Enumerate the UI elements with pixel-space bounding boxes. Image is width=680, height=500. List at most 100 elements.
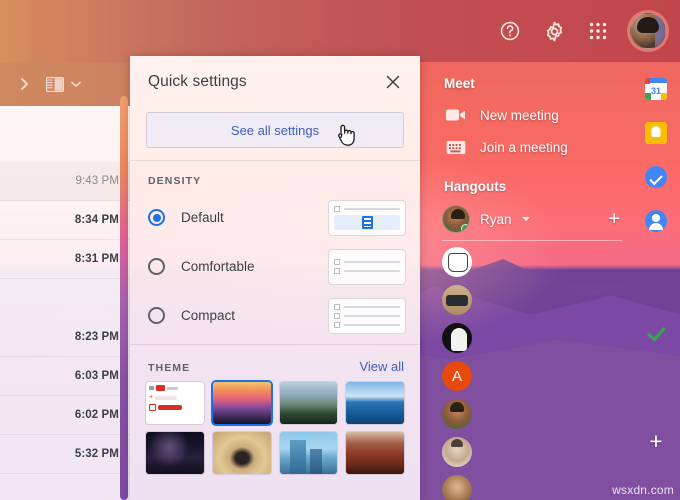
quick-settings-header: Quick settings	[130, 56, 420, 108]
preview-bar	[344, 261, 400, 263]
gear-icon[interactable]	[542, 19, 566, 43]
top-header-bar	[0, 0, 680, 62]
hangouts-my-status[interactable]: Ryan +	[430, 202, 632, 236]
theme-sunset[interactable]	[212, 382, 271, 424]
row-timestamp: 9:43 PM	[75, 175, 119, 187]
meet-new-meeting[interactable]: New meeting	[430, 99, 632, 131]
theme-section-header: THEME View all	[130, 345, 420, 382]
theme-lake[interactable]	[346, 382, 404, 424]
theme-mountains[interactable]	[279, 382, 338, 424]
density-preview-default	[328, 199, 406, 236]
preview-highlight	[334, 214, 400, 230]
thumb-inbox-icon	[149, 404, 156, 411]
table-row[interactable]: 8:31 PM	[0, 240, 130, 279]
theme-city[interactable]	[279, 432, 338, 474]
density-section-label: DENSITY	[148, 175, 202, 187]
preview-bar	[344, 270, 400, 272]
google-contacts-icon[interactable]	[645, 210, 667, 232]
theme-default-gmail[interactable]: +	[146, 382, 204, 424]
green-check-icon[interactable]	[645, 320, 667, 342]
top-header-icon-group	[498, 13, 666, 49]
list-item[interactable]	[442, 399, 472, 429]
meet-join-meeting[interactable]: Join a meeting	[430, 131, 632, 163]
divider	[442, 240, 622, 241]
density-option-label: Comfortable	[181, 259, 255, 274]
theme-night-sky[interactable]	[146, 432, 204, 474]
row-timestamp: 8:31 PM	[74, 253, 119, 265]
preview-checkbox-icon	[334, 259, 340, 265]
thumb-text	[167, 386, 178, 390]
thumb-compose-icon: +	[149, 394, 154, 401]
table-row[interactable]: 9:43 PM	[0, 162, 130, 201]
message-list-toolbar	[0, 62, 130, 106]
radio-compact[interactable]	[148, 307, 165, 324]
google-keep-icon[interactable]	[645, 122, 667, 144]
avatar[interactable]	[630, 13, 666, 49]
preview-checkbox-icon	[334, 321, 340, 328]
theme-section-label: THEME	[148, 362, 191, 374]
thumb-pill	[155, 395, 178, 400]
table-row[interactable]: 6:03 PM	[0, 357, 130, 396]
density-options: Default Comfortable Compact	[130, 193, 420, 344]
density-option-compact[interactable]: Compact	[144, 291, 406, 340]
theme-desert[interactable]	[212, 432, 271, 474]
avatar	[442, 205, 470, 233]
chevron-right-icon[interactable]	[18, 76, 32, 92]
chevron-down-icon[interactable]	[70, 80, 82, 88]
list-item[interactable]	[442, 437, 472, 467]
list-item[interactable]	[442, 475, 472, 500]
preview-bar	[344, 207, 400, 210]
help-icon[interactable]	[498, 19, 522, 43]
message-rows: 9:43 PM 8:34 PM 8:31 PM 8:23 PM 6:03 PM …	[0, 162, 130, 474]
list-item[interactable]	[442, 285, 472, 315]
preview-bar	[344, 323, 400, 326]
density-preview-compact	[328, 297, 406, 334]
side-app-rail: 31 +	[632, 62, 680, 500]
list-item[interactable]: A	[442, 361, 472, 391]
density-option-default[interactable]: Default	[144, 193, 406, 242]
table-row[interactable]: 6:02 PM	[0, 396, 130, 435]
radio-default[interactable]	[148, 209, 165, 226]
hangouts-my-name: Ryan	[480, 211, 512, 227]
apps-grid-icon[interactable]	[586, 19, 610, 43]
google-tasks-icon[interactable]	[645, 166, 667, 188]
see-all-settings-wrap: See all settings	[130, 108, 420, 160]
table-row[interactable]: 8:34 PM	[0, 201, 130, 240]
close-icon[interactable]	[382, 71, 404, 93]
list-item[interactable]	[442, 247, 472, 277]
calendar-day-number: 31	[650, 86, 661, 96]
meet-hangouts-pane: Meet New meeting Join a meeting Hangouts…	[430, 62, 632, 500]
status-badge	[461, 224, 469, 232]
preview-checkbox-icon	[334, 268, 340, 274]
see-all-settings-label: See all settings	[230, 122, 320, 138]
chevron-down-icon[interactable]	[521, 217, 530, 221]
preview-checkbox-icon	[334, 205, 340, 212]
message-list-top-spacer	[0, 106, 130, 162]
view-all-themes-link[interactable]: View all	[359, 359, 404, 374]
preview-bar	[344, 305, 400, 308]
row-timestamp: 8:34 PM	[74, 214, 119, 226]
row-timestamp: 5:32 PM	[74, 448, 119, 460]
google-calendar-icon[interactable]: 31	[645, 78, 667, 100]
see-all-settings-button[interactable]: See all settings	[146, 112, 404, 148]
split-pane-icon[interactable]	[46, 76, 64, 92]
theme-canyon[interactable]	[346, 432, 404, 474]
table-row[interactable]	[0, 279, 130, 318]
table-row[interactable]: 5:32 PM	[0, 435, 130, 474]
gmail-quick-settings-screen: 9:43 PM 8:34 PM 8:31 PM 8:23 PM 6:03 PM …	[0, 0, 680, 500]
radio-comfortable[interactable]	[148, 258, 165, 275]
scrollbar[interactable]	[120, 96, 128, 500]
meet-item-label: New meeting	[480, 107, 559, 123]
row-timestamp: 8:23 PM	[74, 331, 119, 343]
preview-bar	[344, 314, 400, 317]
preview-attachment-icon	[361, 215, 373, 229]
thumb-menu-icon	[149, 386, 154, 390]
contact-initial: A	[451, 367, 462, 385]
row-timestamp: 6:03 PM	[74, 370, 119, 382]
add-conversation-button[interactable]: +	[608, 209, 620, 229]
add-addon-button[interactable]: +	[649, 430, 662, 453]
list-item[interactable]	[442, 323, 472, 353]
table-row[interactable]: 8:23 PM	[0, 318, 130, 357]
calendar-corner-red	[645, 78, 650, 84]
density-option-comfortable[interactable]: Comfortable	[144, 242, 406, 291]
